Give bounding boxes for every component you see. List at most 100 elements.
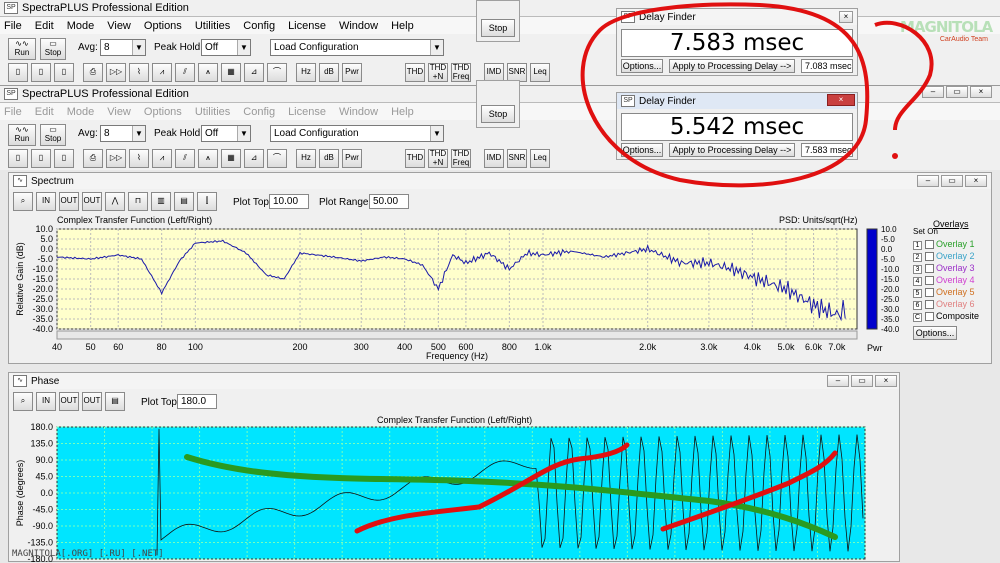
overlay-set-button[interactable]: 4 [913, 277, 922, 286]
minimize-icon[interactable]: – [922, 86, 944, 98]
menu-item[interactable]: Config [243, 20, 275, 32]
overlay-set-button[interactable]: C [913, 313, 922, 322]
plot-tool-icon[interactable]: ⊓ [128, 192, 148, 211]
toolbar-tool-icon[interactable]: ▷▷ [106, 149, 126, 168]
overlay-set-button[interactable]: 6 [913, 301, 922, 310]
overlay-checkbox[interactable] [924, 312, 934, 322]
menu-item[interactable]: Options [144, 20, 182, 32]
toolbar-tool-icon[interactable]: ⌇ [129, 63, 149, 82]
processing-delay-field[interactable]: 7.583 msec [801, 143, 853, 157]
overlays-options-button[interactable]: Options... [913, 326, 957, 340]
overlay-checkbox[interactable] [924, 252, 934, 262]
options-button[interactable]: Options... [621, 143, 663, 157]
overlay-set-button[interactable]: 5 [913, 289, 922, 298]
close-icon[interactable]: × [875, 375, 897, 387]
config-select[interactable]: Load Configuration ▼ [270, 39, 444, 56]
menu-item[interactable]: Config [243, 106, 275, 118]
plot-tool-icon[interactable]: ⋀ [105, 192, 125, 211]
minimize-icon[interactable]: – [917, 175, 939, 187]
avg-select[interactable]: 8 ▼ [100, 125, 146, 142]
toolbar-thd-n-button[interactable]: THD +N [428, 149, 448, 168]
toolbar-tool-icon[interactable]: ⎙ [83, 149, 103, 168]
minimize-icon[interactable]: – [827, 375, 849, 387]
menu-item[interactable]: Window [339, 20, 378, 32]
close-icon[interactable]: × [827, 94, 855, 106]
menu-item[interactable]: File [4, 106, 22, 118]
toolbar-tool-icon[interactable]: ⌒ [267, 149, 287, 168]
plot-tool-icon[interactable]: ▥ [151, 192, 171, 211]
run-button[interactable]: ∿∿ Run [8, 124, 36, 146]
phase-plot-top-input[interactable]: 180.0 [177, 394, 217, 409]
toolbar-thd-n-button[interactable]: THD +N [428, 63, 448, 82]
overlay-set-button[interactable]: 3 [913, 265, 922, 274]
options-button[interactable]: Options... [621, 59, 663, 73]
toolbar-tool-icon[interactable]: ▯ [54, 149, 74, 168]
plot-tool-icon[interactable]: ⌕ [13, 192, 33, 211]
restore-icon[interactable]: ▭ [941, 175, 963, 187]
overlay-checkbox[interactable] [924, 264, 934, 274]
toolbar-tool-icon[interactable]: ▯ [8, 63, 28, 82]
menu-item[interactable]: Help [391, 20, 414, 32]
toolbar-tool-icon[interactable]: ⊿ [244, 149, 264, 168]
toolbar-tool-icon[interactable]: ⩚ [198, 63, 218, 82]
toolbar-tool-icon[interactable]: ⫽ [175, 63, 195, 82]
menu-item[interactable]: File [4, 20, 22, 32]
plot-range-input[interactable]: 50.00 [369, 194, 409, 209]
overlay-set-button[interactable]: 1 [913, 241, 922, 250]
toolbar-tool-icon[interactable]: ⩘ [152, 63, 172, 82]
menu-item[interactable]: View [107, 106, 131, 118]
peak-hold-select[interactable]: Off ▼ [201, 39, 251, 56]
toolbar-leq-button[interactable]: Leq [530, 149, 550, 168]
toolbar-tool-icon[interactable]: ▦ [221, 63, 241, 82]
plot-tool-icon[interactable]: OUT [59, 392, 79, 411]
menu-item[interactable]: License [288, 106, 326, 118]
toolbar-thd-button[interactable]: THD [405, 149, 425, 168]
overlay-checkbox[interactable] [924, 240, 934, 250]
menu-item[interactable]: Mode [67, 20, 95, 32]
menu-item[interactable]: Help [391, 106, 414, 118]
toolbar-thd-button[interactable]: THD [405, 63, 425, 82]
close-icon[interactable]: × [965, 175, 987, 187]
toolbar-hz-button[interactable]: Hz [296, 63, 316, 82]
stop-button[interactable]: ▭ Stop [40, 38, 66, 60]
toolbar-tool-icon[interactable]: ⎙ [83, 63, 103, 82]
avg-select[interactable]: 8 ▼ [100, 39, 146, 56]
toolbar-thd-freq-button[interactable]: THD Freq [451, 149, 471, 168]
horizontal-scrollbar[interactable] [56, 330, 858, 340]
apply-to-processing-delay-button[interactable]: Apply to Processing Delay --> [669, 143, 795, 157]
plot-tool-icon[interactable]: IN [36, 192, 56, 211]
toolbar-tool-icon[interactable]: ▷▷ [106, 63, 126, 82]
menu-item[interactable]: Utilities [195, 106, 230, 118]
menu-item[interactable]: License [288, 20, 326, 32]
close-icon[interactable]: × [839, 11, 853, 23]
toolbar-tool-icon[interactable]: ▯ [54, 63, 74, 82]
apply-to-processing-delay-button[interactable]: Apply to Processing Delay --> [669, 59, 795, 73]
overlay-checkbox[interactable] [924, 300, 934, 310]
overlay-checkbox[interactable] [924, 288, 934, 298]
toolbar-db-button[interactable]: dB [319, 63, 339, 82]
plot-tool-icon[interactable]: ▤ [105, 392, 125, 411]
toolbar-db-button[interactable]: dB [319, 149, 339, 168]
run-button[interactable]: ∿∿ Run [8, 38, 36, 60]
plot-top-input[interactable]: 10.00 [269, 194, 309, 209]
toolbar-tool-icon[interactable]: ▯ [31, 63, 51, 82]
toolbar-tool-icon[interactable]: ⩚ [198, 149, 218, 168]
menu-item[interactable]: Window [339, 106, 378, 118]
toolbar-tool-icon[interactable]: ▦ [221, 149, 241, 168]
plot-tool-icon[interactable]: ⌕ [13, 392, 33, 411]
menu-item[interactable]: View [107, 20, 131, 32]
menu-item[interactable]: Edit [35, 20, 54, 32]
restore-icon[interactable]: ▭ [851, 375, 873, 387]
config-select[interactable]: Load Configuration ▼ [270, 125, 444, 142]
toolbar-tool-icon[interactable]: ▯ [31, 149, 51, 168]
plot-tool-icon[interactable]: ▤ [174, 192, 194, 211]
menu-item[interactable]: Edit [35, 106, 54, 118]
toolbar-tool-icon[interactable]: ⌒ [267, 63, 287, 82]
menu-item[interactable]: Options [144, 106, 182, 118]
menu-item[interactable]: Mode [67, 106, 95, 118]
toolbar-tool-icon[interactable]: ⌇ [129, 149, 149, 168]
toolbar-tool-icon[interactable]: ⊿ [244, 63, 264, 82]
stop-dialog-button[interactable]: Stop [481, 105, 515, 123]
toolbar-hz-button[interactable]: Hz [296, 149, 316, 168]
toolbar-snr-button[interactable]: SNR [507, 149, 527, 168]
